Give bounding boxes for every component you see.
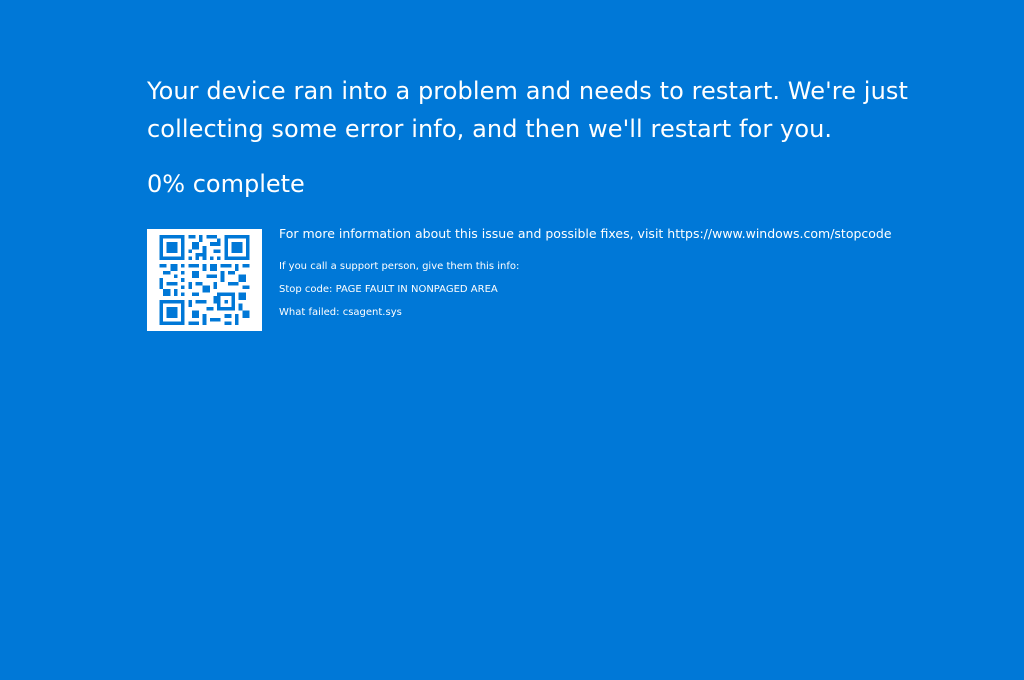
support-text: If you call a support person, give them … <box>279 261 520 272</box>
qr-code-icon <box>147 229 262 331</box>
error-message: Your device ran into a problem and needs… <box>147 72 937 148</box>
bsod-screen: Your device ran into a problem and needs… <box>0 0 1024 680</box>
info-block: For more information about this issue an… <box>279 226 979 329</box>
more-info-text: For more information about this issue an… <box>279 226 892 241</box>
stop-code-text: Stop code: PAGE FAULT IN NONPAGED AREA <box>279 284 498 295</box>
what-failed-text: What failed: csagent.sys <box>279 307 402 318</box>
qr-code-graphic <box>159 235 250 325</box>
error-message-line-2: collecting some error info, and then we'… <box>147 115 833 143</box>
error-message-line-1: Your device ran into a problem and needs… <box>147 77 908 105</box>
progress-text: 0% complete <box>147 170 305 198</box>
